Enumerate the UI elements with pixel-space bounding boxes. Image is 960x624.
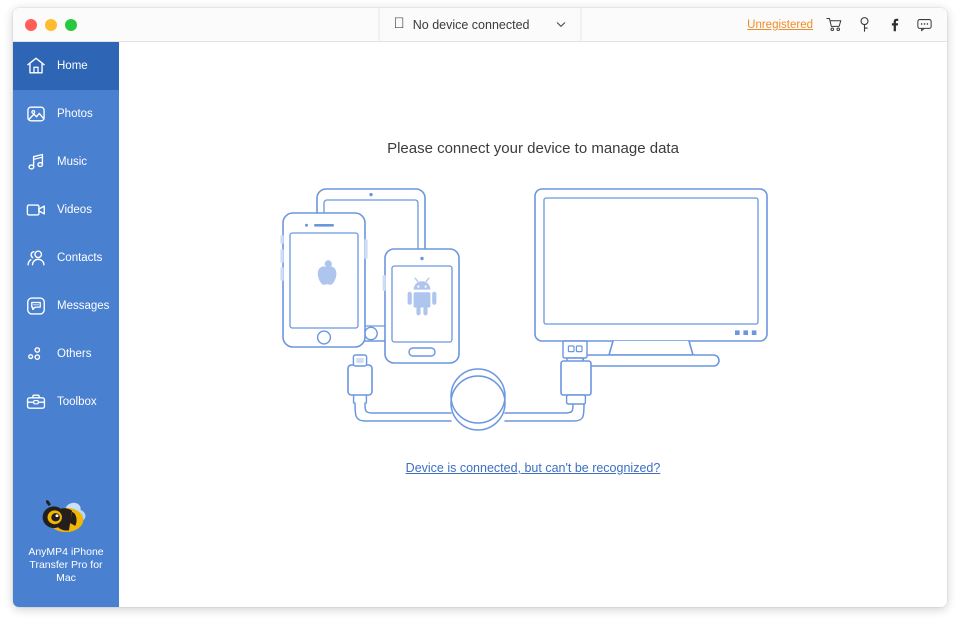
title-bar:  No device connected Unregistered bbox=[13, 8, 947, 42]
key-icon[interactable] bbox=[856, 16, 873, 33]
feedback-icon[interactable] bbox=[916, 16, 933, 33]
sidebar-item-label: Toolbox bbox=[57, 396, 97, 408]
sidebar-item-label: Contacts bbox=[57, 252, 103, 264]
videos-icon bbox=[25, 199, 47, 221]
main-content: Please connect your device to manage dat… bbox=[119, 42, 947, 607]
sidebar-item-toolbox[interactable]: Toolbox bbox=[13, 378, 119, 426]
contacts-icon bbox=[25, 247, 47, 269]
app-window:  No device connected Unregistered bbox=[13, 8, 947, 607]
sidebar-nav: Home Photos Music Videos Contacts Messag… bbox=[13, 42, 119, 426]
connect-device-illustration bbox=[273, 183, 793, 433]
page-title: Please connect your device to manage dat… bbox=[387, 140, 679, 157]
photos-icon bbox=[25, 103, 47, 125]
chevron-down-icon[interactable] bbox=[556, 19, 567, 30]
sidebar-item-photos[interactable]: Photos bbox=[13, 90, 119, 138]
sidebar-item-label: Home bbox=[57, 60, 88, 72]
sidebar: Home Photos Music Videos Contacts Messag… bbox=[13, 42, 119, 607]
device-not-recognized-link[interactable]: Device is connected, but can't be recogn… bbox=[406, 461, 661, 475]
sidebar-item-home[interactable]: Home bbox=[13, 42, 119, 90]
brand-name: AnyMP4 iPhone Transfer Pro for Mac bbox=[28, 546, 104, 584]
window-body: Home Photos Music Videos Contacts Messag… bbox=[13, 42, 947, 607]
sidebar-item-label: Videos bbox=[57, 204, 92, 216]
sidebar-item-label: Messages bbox=[57, 300, 110, 312]
sidebar-item-music[interactable]: Music bbox=[13, 138, 119, 186]
sidebar-item-videos[interactable]: Videos bbox=[13, 186, 119, 234]
facebook-icon[interactable] bbox=[886, 16, 903, 33]
unregistered-link[interactable]: Unregistered bbox=[747, 19, 813, 31]
sidebar-item-label: Photos bbox=[57, 108, 93, 120]
zoom-button[interactable] bbox=[65, 18, 77, 31]
toolbox-icon bbox=[25, 391, 47, 413]
brand-block: AnyMP4 iPhone Transfer Pro for Mac bbox=[13, 498, 119, 585]
bee-logo bbox=[40, 498, 92, 540]
sidebar-item-others[interactable]: Others bbox=[13, 330, 119, 378]
sidebar-item-messages[interactable]: Messages bbox=[13, 282, 119, 330]
sidebar-item-label: Music bbox=[57, 156, 88, 168]
apple-icon:  bbox=[394, 16, 405, 31]
music-icon bbox=[25, 151, 47, 173]
messages-icon bbox=[25, 295, 47, 317]
device-selector[interactable]:  No device connected bbox=[378, 8, 582, 42]
sidebar-item-contacts[interactable]: Contacts bbox=[13, 234, 119, 282]
device-selector-value: No device connected bbox=[403, 17, 530, 32]
others-icon bbox=[25, 343, 47, 365]
cart-icon[interactable] bbox=[826, 16, 843, 33]
minimize-button[interactable] bbox=[45, 18, 57, 31]
titlebar-actions: Unregistered bbox=[747, 8, 933, 42]
traffic-lights bbox=[13, 18, 77, 31]
close-button[interactable] bbox=[25, 18, 37, 31]
sidebar-item-label: Others bbox=[57, 348, 92, 360]
home-icon bbox=[25, 55, 47, 77]
